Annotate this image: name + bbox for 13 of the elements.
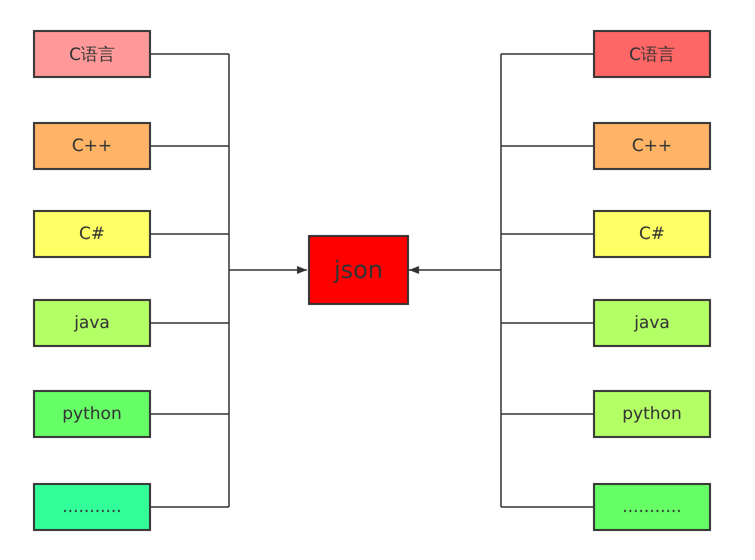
language-node: C++ [33,122,151,170]
language-node: C语言 [593,30,711,78]
language-node: java [593,299,711,347]
language-node: python [33,390,151,438]
language-node: ........... [33,483,151,531]
language-node: C语言 [33,30,151,78]
language-node: python [593,390,711,438]
language-node: C# [33,210,151,258]
json-node: json [308,235,409,305]
language-node: java [33,299,151,347]
language-node: C++ [593,122,711,170]
language-node: ........... [593,483,711,531]
language-node: C# [593,210,711,258]
